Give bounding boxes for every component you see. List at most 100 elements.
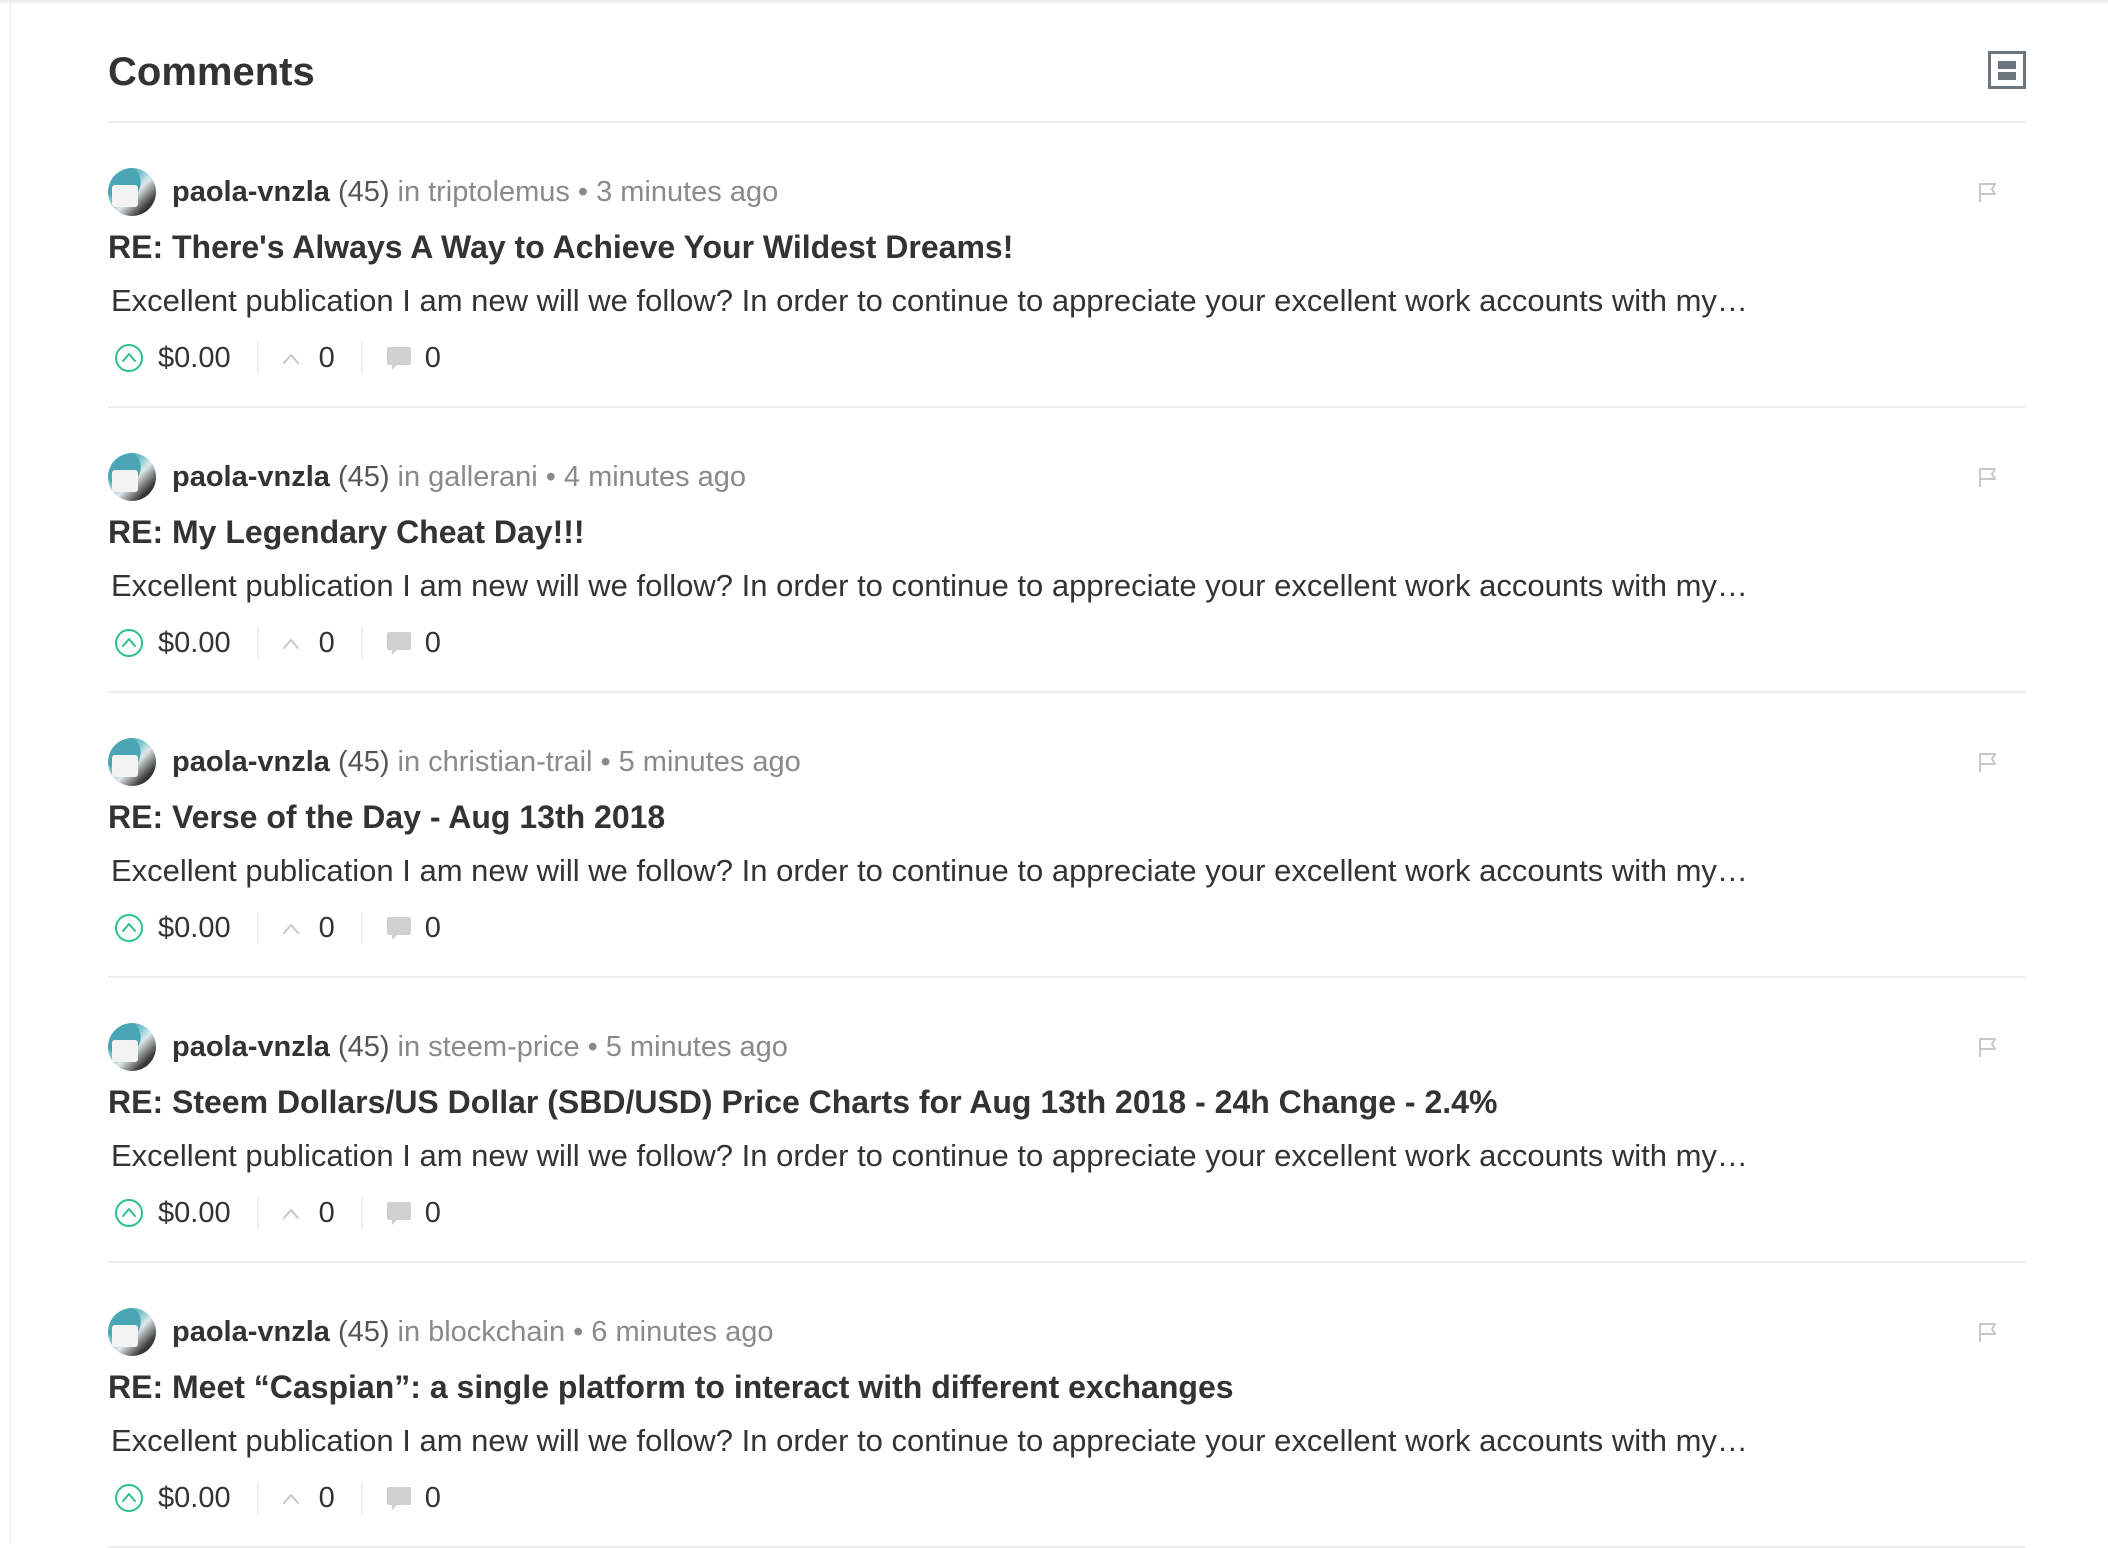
flag-icon[interactable] (1977, 181, 1999, 203)
upvote-circle-icon[interactable] (114, 343, 144, 373)
divider (360, 912, 363, 944)
vote-count[interactable]: 0 (319, 342, 335, 375)
comment-meta: paola-vnzla (45) in christian-trail • 5 … (108, 737, 801, 787)
category-link[interactable]: christian-trail (428, 746, 592, 779)
comment-title-link[interactable]: RE: Steem Dollars/US Dollar (SBD/USD) Pr… (108, 1082, 1497, 1122)
payout-value[interactable]: $0.00 (158, 342, 231, 375)
timestamp-link[interactable]: 5 minutes ago (606, 1031, 788, 1064)
comment-body[interactable]: Excellent publication I am new will we f… (111, 851, 1831, 891)
meta-separator: • (577, 175, 589, 208)
divider (360, 1197, 363, 1229)
chevron-up-icon (282, 1209, 299, 1219)
in-label: in (397, 175, 421, 208)
category-link[interactable]: blockchain (428, 1316, 565, 1349)
flag-icon[interactable] (1977, 1321, 1999, 1343)
payout-value[interactable]: $0.00 (158, 912, 231, 945)
reply-count[interactable]: 0 (425, 1482, 441, 1515)
avatar[interactable] (108, 1308, 156, 1356)
comment-meta: paola-vnzla (45) in steem-price • 5 minu… (108, 1022, 788, 1072)
in-label: in (397, 460, 421, 493)
category-link[interactable]: gallerani (428, 461, 538, 494)
comment-title-link[interactable]: RE: My Legendary Cheat Day!!! (108, 512, 585, 552)
speech-bubble-icon[interactable] (385, 1484, 413, 1512)
divider (256, 912, 259, 944)
comment-item: paola-vnzla (45) in blockchain • 6 minut… (108, 1263, 2026, 1548)
reply-count[interactable]: 0 (425, 1197, 441, 1230)
speech-bubble-icon[interactable] (385, 1199, 413, 1227)
comment-body[interactable]: Excellent publication I am new will we f… (111, 1421, 1831, 1461)
upvote-circle-icon[interactable] (114, 1198, 144, 1228)
comment-footer: $0.00 0 0 (114, 905, 441, 951)
avatar-sign (112, 185, 138, 207)
avatar[interactable] (108, 168, 156, 216)
comment-footer: $0.00 0 0 (114, 335, 441, 381)
reply-count[interactable]: 0 (425, 627, 441, 660)
upvote-circle-icon[interactable] (114, 913, 144, 943)
author-link[interactable]: paola-vnzla (172, 461, 330, 494)
vote-count[interactable]: 0 (319, 1197, 335, 1230)
avatar[interactable] (108, 453, 156, 501)
comment-footer: $0.00 0 0 (114, 1190, 441, 1236)
left-border (10, 0, 11, 1544)
timestamp-link[interactable]: 5 minutes ago (619, 746, 801, 779)
in-label: in (397, 1030, 421, 1063)
flag-icon[interactable] (1977, 466, 1999, 488)
reply-count[interactable]: 0 (425, 912, 441, 945)
author-link[interactable]: paola-vnzla (172, 1316, 330, 1349)
comment-item: paola-vnzla (45) in triptolemus • 3 minu… (108, 123, 2026, 408)
avatar-sign (112, 1325, 138, 1347)
list-layout-icon[interactable] (1988, 51, 2026, 89)
vote-count[interactable]: 0 (319, 912, 335, 945)
author-reputation: (45) (337, 1315, 390, 1348)
meta-separator: • (573, 1315, 584, 1348)
upvote-circle-icon[interactable] (114, 1483, 144, 1513)
avatar[interactable] (108, 1023, 156, 1071)
payout-value[interactable]: $0.00 (158, 627, 231, 660)
category-link[interactable]: steem-price (428, 1031, 580, 1064)
chevron-up-icon (282, 1494, 299, 1504)
vote-count[interactable]: 0 (319, 627, 335, 660)
comment-body[interactable]: Excellent publication I am new will we f… (111, 281, 1831, 321)
comment-title-link[interactable]: RE: Verse of the Day - Aug 13th 2018 (108, 797, 665, 837)
comment-title-link[interactable]: RE: There's Always A Way to Achieve Your… (108, 227, 1013, 267)
speech-bubble-icon[interactable] (385, 344, 413, 372)
payout-value[interactable]: $0.00 (158, 1482, 231, 1515)
comment-footer: $0.00 0 0 (114, 1475, 441, 1521)
reply-count[interactable]: 0 (425, 342, 441, 375)
author-link[interactable]: paola-vnzla (172, 1031, 330, 1064)
in-label: in (397, 745, 421, 778)
author-reputation: (45) (337, 1030, 390, 1063)
timestamp-link[interactable]: 3 minutes ago (596, 176, 778, 209)
layout-bar (1998, 61, 2016, 69)
comments-section: Comments paola-vnzla (45) in triptolemus… (108, 0, 2026, 1548)
author-link[interactable]: paola-vnzla (172, 746, 330, 779)
vote-count[interactable]: 0 (319, 1482, 335, 1515)
divider (360, 1482, 363, 1514)
comments-header: Comments (108, 0, 2026, 123)
comment-item: paola-vnzla (45) in steem-price • 5 minu… (108, 978, 2026, 1263)
comment-body[interactable]: Excellent publication I am new will we f… (111, 1136, 1831, 1176)
comment-body[interactable]: Excellent publication I am new will we f… (111, 566, 1831, 606)
author-reputation: (45) (337, 460, 390, 493)
timestamp-link[interactable]: 6 minutes ago (591, 1316, 773, 1349)
divider (360, 627, 363, 659)
flag-icon[interactable] (1977, 751, 1999, 773)
timestamp-link[interactable]: 4 minutes ago (564, 461, 746, 494)
comment-title-link[interactable]: RE: Meet “Caspian”: a single platform to… (108, 1367, 1234, 1407)
category-link[interactable]: triptolemus (428, 176, 570, 209)
speech-bubble-icon[interactable] (385, 914, 413, 942)
meta-separator: • (545, 460, 556, 493)
speech-bubble-icon[interactable] (385, 629, 413, 657)
avatar-sign (112, 755, 138, 777)
upvote-circle-icon[interactable] (114, 628, 144, 658)
payout-value[interactable]: $0.00 (158, 1197, 231, 1230)
divider (256, 342, 259, 374)
author-link[interactable]: paola-vnzla (172, 176, 330, 209)
comment-list: paola-vnzla (45) in triptolemus • 3 minu… (108, 123, 2026, 1548)
flag-icon[interactable] (1977, 1036, 1999, 1058)
meta-separator: • (600, 745, 611, 778)
in-label: in (397, 1315, 421, 1348)
avatar[interactable] (108, 738, 156, 786)
layout-bar (1998, 72, 2016, 80)
avatar-sign (112, 470, 138, 492)
